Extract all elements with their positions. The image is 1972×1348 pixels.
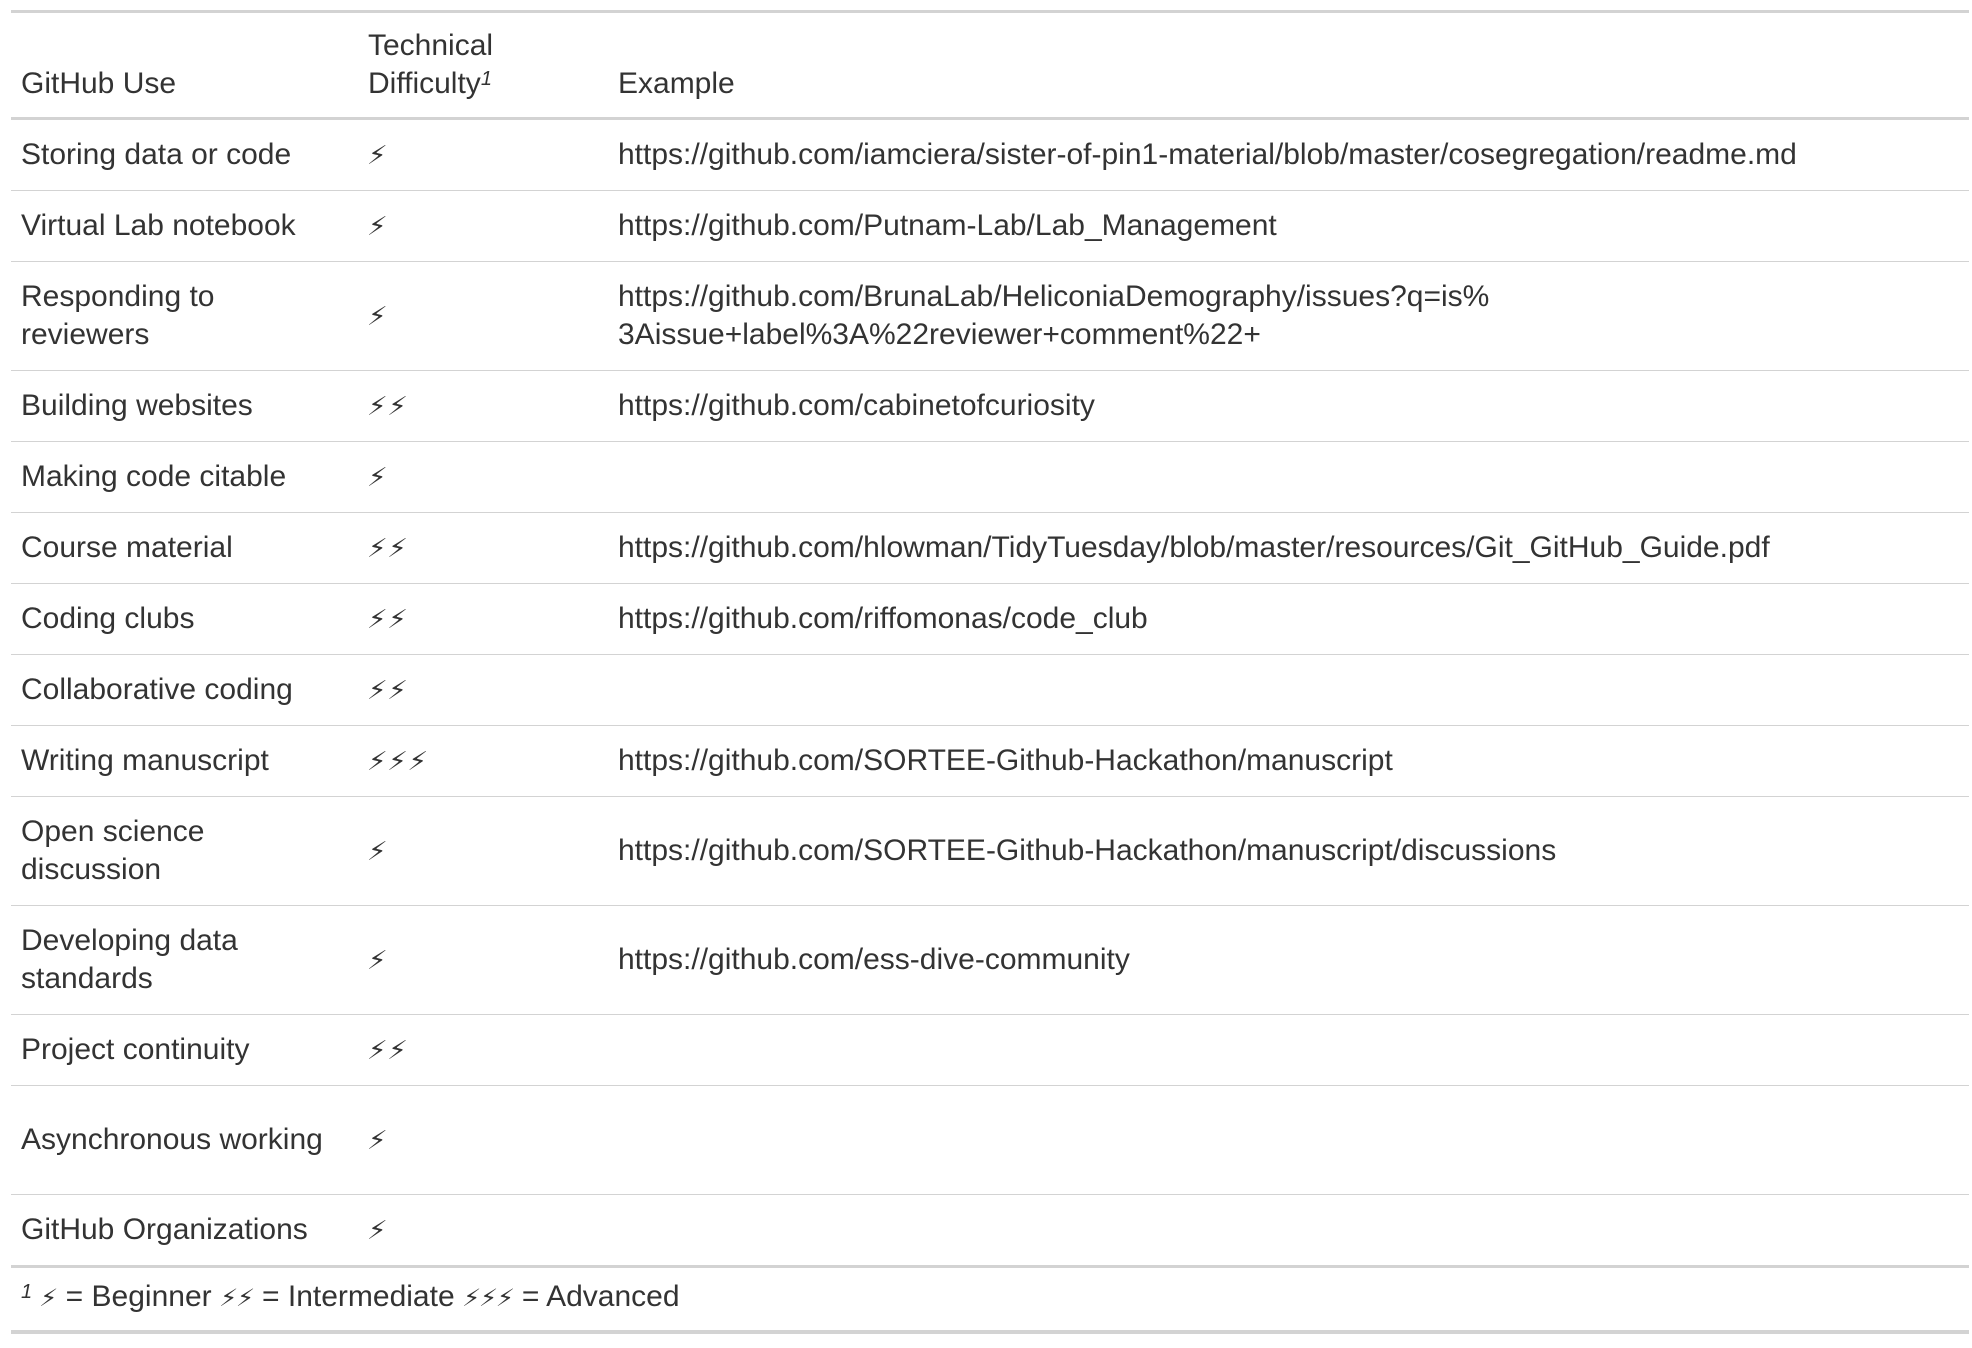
cell-use: Open science discussion xyxy=(11,796,358,906)
cell-use: Building websites xyxy=(11,370,358,442)
table-row: Coding clubs ⚡⚡ https://github.com/riffo… xyxy=(11,583,1969,655)
table-row: GitHub Organizations ⚡ xyxy=(11,1194,1969,1267)
table-footnote: 1 ⚡ = Beginner ⚡⚡ = Intermediate ⚡⚡⚡ = A… xyxy=(11,1267,1969,1333)
cell-example xyxy=(608,1085,1969,1195)
cell-example: https://github.com/riffomonas/code_club xyxy=(608,583,1969,655)
cell-use: Responding to reviewers xyxy=(11,261,358,371)
lightning-icon: ⚡⚡ xyxy=(365,604,411,634)
cell-example: https://github.com/iamciera/sister-of-pi… xyxy=(608,118,1969,191)
cell-example: https://github.com/hlowman/TidyTuesday/b… xyxy=(608,512,1969,584)
cell-difficulty: ⚡⚡⚡ xyxy=(358,725,608,797)
cell-use: Storing data or code xyxy=(11,118,358,191)
header-example: Example xyxy=(618,67,735,100)
cell-use: Writing manuscript xyxy=(11,725,358,797)
github-uses-table-container: GitHub Use Technical Difficulty1 Example … xyxy=(11,10,1969,1334)
cell-difficulty: ⚡⚡ xyxy=(358,654,608,726)
table-row: Collaborative coding ⚡⚡ xyxy=(11,654,1969,726)
cell-difficulty: ⚡⚡ xyxy=(358,583,608,655)
cell-difficulty: ⚡⚡ xyxy=(358,512,608,584)
table-footnote-row: 1 ⚡ = Beginner ⚡⚡ = Intermediate ⚡⚡⚡ = A… xyxy=(11,1266,1969,1333)
lightning-icon: ⚡ xyxy=(365,945,391,975)
cell-difficulty: ⚡ xyxy=(358,1085,608,1195)
lightning-icon: ⚡⚡ xyxy=(365,675,411,705)
header-technical-difficulty: Technical Difficulty1 xyxy=(358,12,608,119)
cell-use: Asynchronous working xyxy=(11,1085,358,1195)
lightning-icon: ⚡ xyxy=(365,1215,391,1245)
footnote-intermediate: = Intermediate xyxy=(262,1280,455,1313)
cell-difficulty: ⚡ xyxy=(358,905,608,1015)
cell-example: https://github.com/SORTEE-Github-Hackath… xyxy=(608,796,1969,906)
cell-difficulty: ⚡ xyxy=(358,1194,608,1267)
lightning-icon: ⚡⚡ xyxy=(365,391,411,421)
lightning-icon: ⚡⚡ xyxy=(218,1285,256,1312)
cell-example: https://github.com/cabinetofcuriosity xyxy=(608,370,1969,442)
lightning-icon: ⚡ xyxy=(365,140,391,170)
cell-example: https://github.com/BrunaLab/HeliconiaDem… xyxy=(608,261,1969,371)
cell-use: Coding clubs xyxy=(11,583,358,655)
cell-difficulty: ⚡ xyxy=(358,261,608,371)
cell-use: Virtual Lab notebook xyxy=(11,190,358,262)
table-row: Responding to reviewers ⚡ https://github… xyxy=(11,261,1969,371)
table-row: Project continuity ⚡⚡ xyxy=(11,1014,1969,1086)
table-header-row: GitHub Use Technical Difficulty1 Example xyxy=(11,11,1969,119)
cell-example: https://github.com/Putnam-Lab/Lab_Manage… xyxy=(608,190,1969,262)
cell-use: Making code citable xyxy=(11,441,358,513)
table-row: Writing manuscript ⚡⚡⚡ https://github.co… xyxy=(11,725,1969,797)
header-difficulty-line2: Difficulty xyxy=(368,67,481,100)
header-difficulty-line1: Technical xyxy=(368,29,494,62)
cell-use: Collaborative coding xyxy=(11,654,358,726)
table-row: Making code citable ⚡ xyxy=(11,441,1969,513)
cell-difficulty: ⚡⚡ xyxy=(358,370,608,442)
table-row: Building websites ⚡⚡ https://github.com/… xyxy=(11,370,1969,442)
example-text: https://github.com/BrunaLab/HeliconiaDem… xyxy=(618,280,1490,351)
cell-use: Developing data standards xyxy=(11,905,358,1015)
cell-use: GitHub Organizations xyxy=(11,1194,358,1267)
table-row: Open science discussion ⚡ https://github… xyxy=(11,796,1969,906)
lightning-icon: ⚡ xyxy=(365,1125,391,1155)
cell-example xyxy=(608,654,1969,726)
lightning-icon: ⚡ xyxy=(365,301,391,331)
github-uses-table: GitHub Use Technical Difficulty1 Example … xyxy=(11,10,1969,1334)
header-github-use: GitHub Use xyxy=(21,67,177,100)
lightning-icon: ⚡⚡⚡ xyxy=(461,1285,516,1312)
lightning-icon: ⚡ xyxy=(38,1285,60,1312)
table-row: Asynchronous working ⚡ xyxy=(11,1085,1969,1195)
table-row: Developing data standards ⚡ https://gith… xyxy=(11,905,1969,1015)
lightning-icon: ⚡⚡ xyxy=(365,533,411,563)
table-row: Course material ⚡⚡ https://github.com/hl… xyxy=(11,512,1969,584)
cell-example xyxy=(608,1194,1969,1267)
footnote-beginner: = Beginner xyxy=(65,1280,212,1313)
footnote-marker: 1 xyxy=(480,68,492,90)
lightning-icon: ⚡⚡ xyxy=(365,1035,411,1065)
table-body: Storing data or code ⚡ https://github.co… xyxy=(11,118,1969,1267)
footnote-marker: 1 xyxy=(21,1281,33,1303)
cell-example: https://github.com/SORTEE-Github-Hackath… xyxy=(608,725,1969,797)
cell-example: https://github.com/ess-dive-community xyxy=(608,905,1969,1015)
cell-difficulty: ⚡ xyxy=(358,796,608,906)
lightning-icon: ⚡⚡⚡ xyxy=(365,746,431,776)
cell-difficulty: ⚡ xyxy=(358,118,608,191)
cell-example xyxy=(608,1014,1969,1086)
cell-difficulty: ⚡ xyxy=(358,441,608,513)
lightning-icon: ⚡ xyxy=(365,836,391,866)
table-row: Storing data or code ⚡ https://github.co… xyxy=(11,118,1969,191)
cell-difficulty: ⚡⚡ xyxy=(358,1014,608,1086)
cell-example xyxy=(608,441,1969,513)
table-row: Virtual Lab notebook ⚡ https://github.co… xyxy=(11,190,1969,262)
lightning-icon: ⚡ xyxy=(365,211,391,241)
cell-difficulty: ⚡ xyxy=(358,190,608,262)
footnote-advanced: = Advanced xyxy=(521,1280,680,1313)
cell-use: Course material xyxy=(11,512,358,584)
cell-use: Project continuity xyxy=(11,1014,358,1086)
lightning-icon: ⚡ xyxy=(365,462,391,492)
